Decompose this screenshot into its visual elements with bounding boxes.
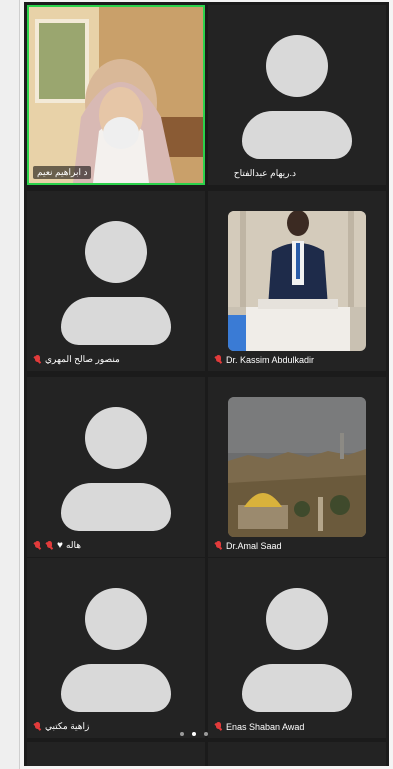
muted-mic-icon	[33, 354, 42, 365]
participant-name: د.ريهام عبدالفتاح	[233, 168, 296, 178]
participant-name: Enas Shaban Awad	[226, 722, 305, 732]
participant-name-bar: Dr. Kassim Abdulkadir	[214, 355, 314, 365]
video-frame-speaker-at-podium	[228, 211, 366, 351]
participant-tile-7[interactable]: زاهية مكتبي	[27, 558, 205, 738]
avatar-head-icon	[85, 588, 147, 650]
avatar-head-icon	[85, 407, 147, 469]
participant-tile-6[interactable]: Dr.Amal Saad	[208, 377, 386, 557]
muted-mic-icon	[214, 722, 223, 732]
participant-name: Dr. Kassim Abdulkadir	[226, 355, 315, 365]
muted-mic-icon	[214, 541, 223, 551]
participant-name-bar: د.ريهام عبدالفتاح	[234, 168, 296, 179]
muted-mic-icon	[33, 721, 42, 732]
participant-tile-2[interactable]: د.ريهام عبدالفتاح	[208, 5, 386, 185]
page-dot[interactable]	[204, 732, 208, 736]
avatar-body-icon	[61, 297, 171, 345]
meeting-gallery: د ابراهيم نعيم د.ريهام عبدالفتاح منصور ص…	[24, 2, 389, 766]
muted-video-icon	[45, 540, 54, 551]
heart-reaction-icon: ♥	[57, 539, 63, 551]
participant-name-bar: زاهية مكتبي	[33, 721, 89, 732]
avatar-body-icon	[242, 664, 352, 712]
muted-mic-icon	[33, 540, 42, 551]
avatar-head-icon	[85, 221, 147, 283]
participant-name-bar: منصور صالح المهري	[33, 354, 120, 365]
avatar-body-icon	[61, 664, 171, 712]
avatar-body-icon	[242, 111, 352, 159]
muted-mic-icon	[214, 355, 223, 365]
avatar-head-icon	[266, 35, 328, 97]
participant-name: منصور صالح المهري	[45, 354, 120, 364]
participant-tile-3[interactable]: منصور صالح المهري	[27, 191, 205, 371]
participant-video	[29, 7, 203, 183]
page-indicator[interactable]	[180, 732, 208, 736]
participant-name-bar: د ابراهيم نعيم	[33, 166, 92, 179]
avatar-body-icon	[61, 483, 171, 531]
participant-tile-8[interactable]: Enas Shaban Awad	[208, 558, 386, 738]
participant-video	[228, 397, 366, 537]
participant-tile-partial[interactable]	[27, 742, 205, 766]
participant-tile-4[interactable]: Dr. Kassim Abdulkadir	[208, 191, 386, 371]
participant-name: زاهية مكتبي	[45, 721, 90, 731]
participant-tile-1[interactable]: د ابراهيم نعيم	[27, 5, 205, 185]
page-dot-current[interactable]	[192, 732, 196, 736]
video-frame-city-mosque-view	[228, 397, 366, 537]
participant-name: هاله	[65, 540, 81, 550]
participant-name-bar: ♥ هاله	[33, 540, 81, 551]
participant-name-bar: Dr.Amal Saad	[214, 541, 282, 551]
participant-name: Dr.Amal Saad	[226, 541, 282, 551]
participant-tile-5[interactable]: ♥ هاله	[27, 377, 205, 557]
participant-tile-partial[interactable]	[208, 742, 386, 766]
participant-name: د ابراهيم نعيم	[37, 167, 88, 177]
participant-video	[228, 211, 366, 351]
avatar-head-icon	[266, 588, 328, 650]
page-dot[interactable]	[180, 732, 184, 736]
video-frame-man-in-headdress	[29, 7, 203, 183]
participant-name-bar: Enas Shaban Awad	[214, 722, 304, 732]
